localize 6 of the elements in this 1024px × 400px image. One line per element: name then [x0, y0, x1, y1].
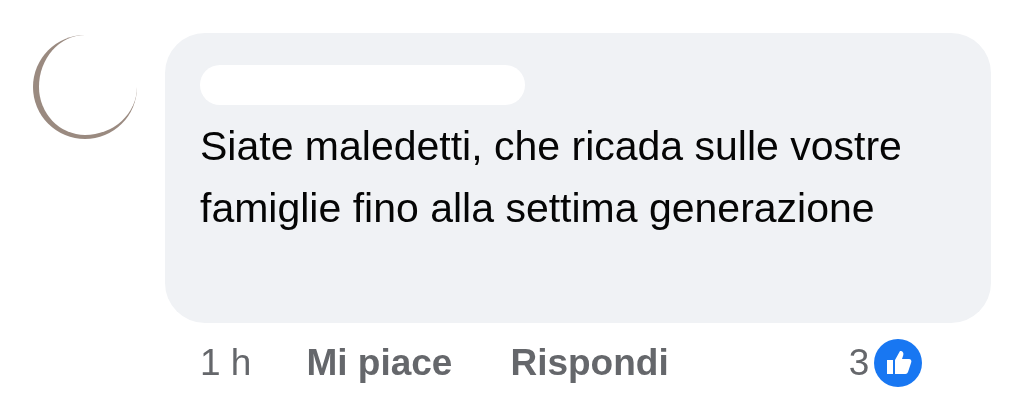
reaction-count[interactable]: 3 [848, 335, 870, 391]
reply-link[interactable]: Rispondi [510, 335, 669, 391]
comment-text: Siate maledetti, che ricada sulle vostre famiglie fino alla settima generazione [200, 122, 903, 233]
comment-time[interactable]: 1 h [200, 335, 252, 391]
thumbs-up-icon [873, 337, 924, 388]
like-link[interactable]: Mi piace [306, 335, 453, 391]
